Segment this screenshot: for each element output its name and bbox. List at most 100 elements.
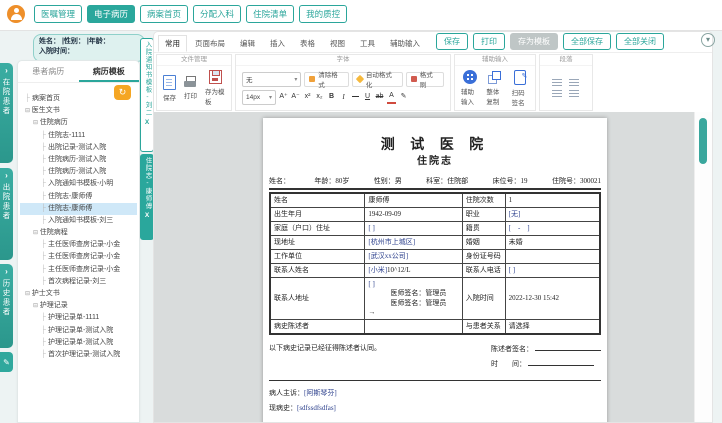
doc-tab-admission-record-active[interactable]: 住院志-康师傅 X: [140, 154, 154, 240]
field-value[interactable]: 康师傅: [364, 192, 463, 208]
field-value[interactable]: [杭州市上城区]: [364, 235, 463, 250]
doc-tab-admission-notice[interactable]: 入院通知书模板-刘二 X: [140, 38, 154, 152]
tree-item[interactable]: 住院病历-测试入院: [20, 166, 137, 178]
save-as-template-button[interactable]: 存为模板: [510, 33, 558, 50]
subscript-button[interactable]: x₂: [315, 91, 324, 103]
align-center-icon[interactable]: [569, 79, 579, 86]
contact-name-value[interactable]: [小米]: [368, 266, 387, 274]
document-canvas[interactable]: 测 试 医 院 住院志 姓名： 年龄：80岁 性别：男 科室：住院部 床位号：1…: [154, 112, 712, 422]
tab-record-templates[interactable]: 病历模板: [78, 61, 139, 82]
accordion-discharged[interactable]: › 出院患者: [0, 168, 13, 260]
editor-scrollbar[interactable]: [694, 112, 712, 422]
ribbon-tab-table[interactable]: 表格: [293, 35, 322, 52]
field-value[interactable]: [364, 319, 463, 335]
present-illness-value[interactable]: [sdfssdfsdfas]: [297, 404, 336, 412]
field-value[interactable]: [ - ]: [504, 221, 601, 236]
scrollbar-thumb[interactable]: [699, 118, 707, 164]
tree-item[interactable]: 医生文书: [20, 105, 137, 117]
close-icon[interactable]: X: [145, 212, 149, 219]
tree-item[interactable]: 护士文书: [20, 288, 137, 300]
ribbon-tab-page-layout[interactable]: 页面布局: [188, 35, 232, 52]
tree-item[interactable]: 住院病程: [20, 227, 137, 239]
tree-item[interactable]: 护理记录: [20, 300, 137, 312]
ribbon-print-button[interactable]: 打印: [184, 76, 197, 100]
nav-tab-medical-record-home[interactable]: 病案首页: [140, 5, 189, 23]
nav-tab-assign-department[interactable]: 分配入科: [193, 5, 242, 23]
align-right-icon[interactable]: [552, 90, 562, 97]
tree-item[interactable]: 首次病程记录-刘三: [20, 276, 137, 288]
tree-item[interactable]: 出院记录-测试入院: [20, 142, 137, 154]
field-value[interactable]: [504, 249, 601, 264]
tree-item-selected[interactable]: 住院志-康师傅: [20, 202, 137, 215]
ribbon-tab-edit[interactable]: 编辑: [233, 35, 262, 52]
contact-address-value[interactable]: [ ]: [368, 280, 458, 290]
font-size-dropdown[interactable]: 14px ▾: [242, 89, 276, 105]
field-value[interactable]: 1942-09-09: [364, 207, 463, 222]
tree-item[interactable]: 入院通知书模板-刘三: [20, 215, 137, 227]
field-value[interactable]: [无]: [504, 207, 601, 222]
save-all-button[interactable]: 全部保存: [563, 33, 611, 50]
tree-item[interactable]: 住院病历: [20, 117, 137, 129]
save-button[interactable]: 保存: [436, 33, 468, 50]
italic-button[interactable]: I: [339, 91, 348, 103]
ribbon-save-button[interactable]: 保存: [163, 74, 176, 102]
time-blank[interactable]: [528, 358, 594, 366]
field-value[interactable]: [ ]: [364, 221, 463, 236]
field-value[interactable]: [ ] 医师签名：管理员 医师签名：管理员 →: [364, 277, 463, 320]
increase-font-button[interactable]: A⁺: [279, 91, 288, 103]
refresh-button[interactable]: ↻: [114, 85, 131, 100]
format-painter-button[interactable]: 格式刷: [405, 71, 444, 89]
align-left-icon[interactable]: [552, 79, 562, 86]
accordion-history[interactable]: › 历史患者: [0, 264, 13, 348]
accordion-inpatients[interactable]: › 在院患者: [0, 63, 13, 163]
ribbon-tab-common[interactable]: 常用: [158, 35, 187, 52]
field-value[interactable]: 未婚: [504, 235, 601, 250]
strikethrough-button[interactable]: —: [351, 91, 360, 103]
print-button[interactable]: 打印: [473, 33, 505, 50]
highlight-pen-button[interactable]: ✎: [399, 91, 408, 103]
field-value[interactable]: [ ]: [504, 263, 601, 278]
nav-tab-my-qc[interactable]: 我的质控: [299, 5, 348, 23]
field-value[interactable]: 1: [504, 192, 601, 208]
tree-item[interactable]: 住院志-1111: [20, 130, 137, 142]
signature-blank[interactable]: [535, 343, 601, 351]
tree-item[interactable]: 首次护理记录-测试入院: [20, 349, 137, 361]
tree-item[interactable]: 住院志-康师傅: [20, 191, 137, 203]
quick-edit-button[interactable]: ✎: [0, 352, 13, 372]
tree-item[interactable]: 入院通知书模板-小明: [20, 178, 137, 190]
complaint-value[interactable]: [阿斯琴芬]: [304, 389, 337, 397]
tab-patient-records[interactable]: 患者病历: [18, 61, 79, 82]
ribbon-tab-tools[interactable]: 工具: [353, 35, 382, 52]
field-value[interactable]: [小米]10^12/L: [364, 263, 463, 278]
assist-input-button[interactable]: 辅助输入: [461, 70, 478, 106]
ribbon-tab-insert[interactable]: 插入: [263, 35, 292, 52]
tree-item[interactable]: 护理记录单-测试入院: [20, 337, 137, 349]
close-icon[interactable]: X: [145, 119, 149, 126]
relation-select[interactable]: 请选择: [504, 319, 601, 335]
nav-tab-orders[interactable]: 医嘱管理: [34, 5, 83, 23]
ribbon-save-template-button[interactable]: 存为模板: [205, 70, 225, 106]
strike-text-button[interactable]: ab: [375, 91, 384, 103]
ribbon-tab-assist-input[interactable]: 辅助输入: [383, 35, 427, 52]
tree-item[interactable]: 护理记录单-测试入院: [20, 325, 137, 337]
collapse-toolbar-button[interactable]: ▾: [701, 33, 715, 47]
auto-format-button[interactable]: 自动格式化: [351, 71, 403, 89]
tree-item[interactable]: 护理记录单-1111: [20, 312, 137, 324]
tree-item[interactable]: 住院病历-测试入院: [20, 154, 137, 166]
tree-item[interactable]: 主任医师查房记录-小金: [20, 251, 137, 263]
underline-button[interactable]: U: [363, 91, 372, 103]
document-page[interactable]: 测 试 医 院 住院志 姓名： 年龄：80岁 性别：男 科室：住院部 床位号：1…: [263, 118, 607, 422]
clear-format-button[interactable]: 清除格式: [304, 71, 349, 89]
align-justify-icon[interactable]: [569, 90, 579, 97]
close-all-button[interactable]: 全部关闭: [616, 33, 664, 50]
font-color-button[interactable]: A: [387, 90, 396, 104]
ribbon-tab-view[interactable]: 视图: [323, 35, 352, 52]
copy-all-button[interactable]: 整体复制: [486, 70, 503, 106]
bold-button[interactable]: B: [327, 91, 336, 103]
decrease-font-button[interactable]: A⁻: [291, 91, 300, 103]
tree-item[interactable]: 主任医师查房记录-小金: [20, 239, 137, 251]
scan-sign-button[interactable]: 扫码签名: [512, 69, 529, 107]
tree-item[interactable]: 主任医师查房记录-小金: [20, 264, 137, 276]
superscript-button[interactable]: x²: [303, 91, 312, 103]
font-name-dropdown[interactable]: 无 ▾: [242, 71, 302, 87]
